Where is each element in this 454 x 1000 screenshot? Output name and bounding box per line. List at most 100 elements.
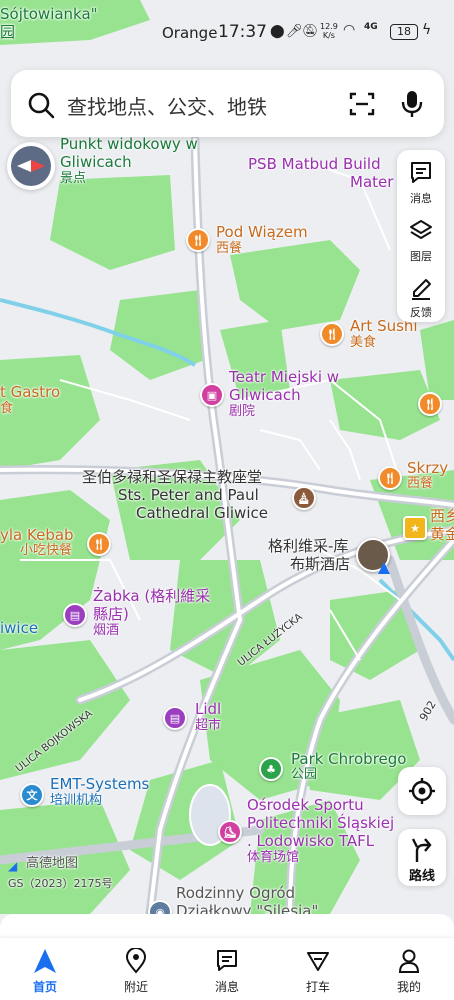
nav-taxi-label: 打车 [305,980,330,994]
theater-poi-icon[interactable]: ▣ [200,383,224,407]
mic-status-icon: 🎤︎ [286,24,303,39]
map-label-osrodek-3: . Lodowisko TAFL [247,832,375,850]
park-poi-icon[interactable]: ♣ [259,757,283,781]
net-speed: 12.9 K/s [320,22,338,40]
map-label-skrzy-category: 西餐 [407,476,434,491]
map-label-cathedral-1: Sts. Peter and Paul [118,486,259,504]
compass-button[interactable] [7,142,55,190]
map-label-kebab[interactable]: yla Kebab [0,526,74,544]
wifi-icon: ◠ [343,22,356,38]
nav-nearby-label: 附近 [123,980,148,994]
map-label-kebab-category: 小吃快餐 [20,543,73,558]
map-label-psb[interactable]: PSB Matbud Build [248,155,381,173]
map-brand: 高德地图 [26,856,79,871]
network-type: 4G [364,22,378,32]
star-poi-icon[interactable]: ★ [403,516,427,540]
nav-taxi[interactable]: 打车 [273,938,363,1000]
map-label-emt[interactable]: EMT-Systems [50,775,149,793]
restaurant-poi-icon-3[interactable]: 🍴︎ [378,466,402,490]
nav-nearby[interactable]: 附近 [91,938,181,1000]
taxi-icon [307,952,329,971]
map-label-cathedral-cn[interactable]: 圣伯多禄和圣保禄主教座堂 [82,468,262,486]
map-label-iwice: iwice [0,619,39,637]
map-label-pod-wiazem[interactable]: Pod Wiązem [216,223,308,241]
stadium-poi-icon[interactable]: ⛸︎ [218,820,242,844]
route-label: 路线 [408,869,435,884]
user-heading-arrow-icon [378,562,390,574]
map-label-punkt-category: 景点 [60,171,87,186]
church-poi-icon[interactable]: ⛪︎ [292,486,316,510]
route-icon [411,838,432,862]
map-label-zabka[interactable]: Żabka (格利維采 [93,587,210,605]
location-icon: ⬤ [270,24,285,39]
layers-button[interactable]: 图层 [397,210,445,266]
route-button[interactable]: 路线 [398,829,446,886]
map-label-hotel-2: 布斯酒店 [290,555,351,573]
map-label-osrodek[interactable]: Ośrodek Sportu [247,796,364,814]
layers-label: 图层 [410,250,432,263]
map-label-park-category: 公园 [291,767,318,782]
user-icon [398,949,420,973]
layers-icon [410,220,432,239]
locate-me-button[interactable] [398,767,446,815]
restaurant-poi-icon[interactable]: 🍴︎ [186,228,210,252]
map-label-lidl[interactable]: Lidl [195,700,221,718]
fastfood-poi-icon[interactable]: 🍴︎ [87,532,111,556]
search-icon [28,92,55,119]
battery-level: 18 [397,25,411,38]
map-label-park-suffix: 园 [0,23,16,41]
map-label-sojtowianka: Sójtowianka" [0,5,98,23]
messages-map-label: 消息 [410,192,432,205]
map-label-teatr[interactable]: Teatr Miejski w [229,368,339,386]
target-icon [409,778,435,804]
message-icon [411,162,431,183]
education-poi-icon[interactable]: 文 [20,783,44,807]
map-label-skrzy[interactable]: Skrzy [407,459,448,477]
map-label-osrodek-2: Politechniki Śląskiej [247,814,395,832]
search-input[interactable]: 查找地点、公交、地铁 [67,91,267,120]
carrier-name: Orange [162,24,218,42]
map-label-zabka-2: 縣店) [93,605,129,623]
map-label-gastro[interactable]: t Gastro [0,383,60,401]
supermarket-poi-icon[interactable]: ▤ [163,706,187,730]
nav-mine-label: 我的 [396,980,421,994]
chat-icon [217,950,237,971]
charging-icon: ϟ [422,22,432,38]
map-label-punkt[interactable]: Punkt widokowy w [60,135,198,153]
map-label-pod-category: 西餐 [216,241,243,256]
map-label-art-category: 美食 [350,335,377,350]
feedback-button[interactable]: 反馈 [397,266,445,322]
scan-icon[interactable] [349,91,375,117]
search-bar[interactable]: 查找地点、公交、地铁 [11,70,444,137]
map-label-gastro-category: 食 [0,401,14,416]
sushi-poi-icon[interactable]: 🍴︎ [320,322,344,346]
nav-home[interactable]: 首页 [0,938,90,1000]
location-pin-icon [125,948,147,974]
map-label-rodzinny[interactable]: Rodzinny Ogród [176,884,295,902]
nav-messages[interactable]: 消息 [182,938,272,1000]
bottom-navigation: 首页 附近 消息 打车 我的 [0,938,454,1000]
map-label-west-2: 黄金 [430,525,454,543]
map-label-punkt-2: Gliwicach [60,153,132,171]
clock: 17:37 [218,22,267,42]
map-label-teatr-category: 剧院 [229,404,256,419]
restaurant-poi-icon-2[interactable]: 🍴︎ [418,392,442,416]
map-label-hotel[interactable]: 格利维采-库 [268,537,348,555]
map-label-psb-2: Mater [350,173,394,191]
nav-home-label: 首页 [32,980,57,994]
map-label-park[interactable]: Park Chrobrego [291,750,406,768]
edit-icon [412,279,431,300]
messages-map-button[interactable]: 消息 [397,152,445,208]
battery-icon: 18 [390,24,418,40]
shop-poi-icon[interactable]: ▤ [63,603,87,627]
feedback-label: 反馈 [410,306,432,319]
map-label-teatr-2: Gliwicach [229,386,301,404]
map-label-lidl-category: 超市 [195,718,222,733]
map-copyright: GS（2023）2175号 [8,877,113,890]
map-label-osrodek-category: 体育场馆 [247,850,300,865]
map-label-west: 西乡 [430,507,454,525]
microphone-icon[interactable] [401,89,423,119]
map-label-zabka-category: 烟酒 [93,623,120,638]
amap-logo-icon: ◢ [8,859,18,873]
nav-mine[interactable]: 我的 [364,938,454,1000]
